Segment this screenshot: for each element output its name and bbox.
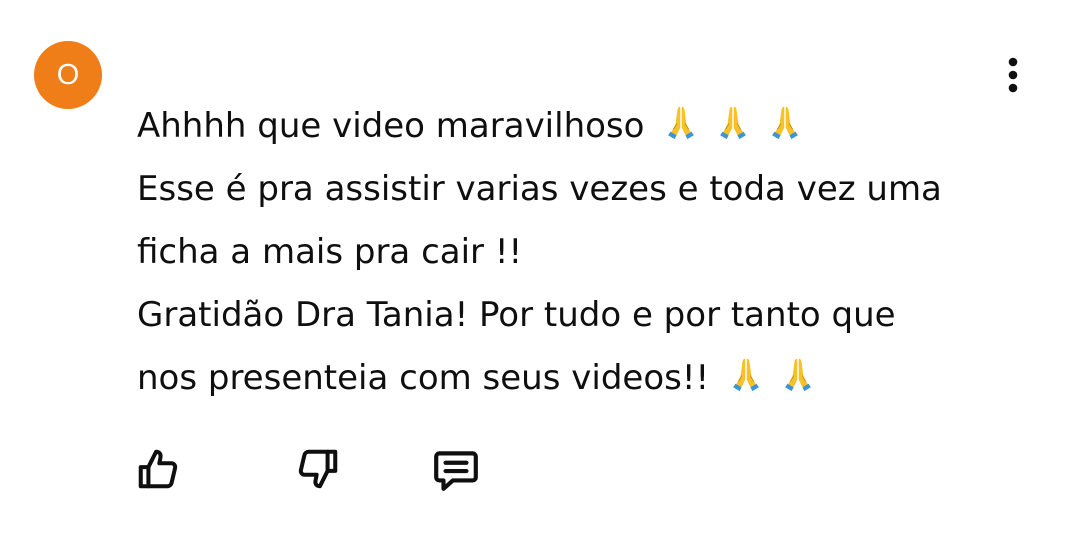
comment-line: Gratidão Dra Tania! Por tudo e por tanto… (137, 295, 896, 335)
thumbs-up-icon (138, 449, 178, 489)
thumbs-down-icon (298, 449, 338, 489)
comment-actions (0, 444, 1080, 494)
avatar[interactable]: O (34, 41, 102, 109)
folded-hands-emoji-icon (772, 106, 799, 140)
comment-line: nos presenteia com seus videos!! (137, 347, 1037, 410)
reply-button[interactable] (431, 444, 481, 494)
folded-hands-emoji-icon (733, 358, 759, 392)
more-vertical-icon (1008, 57, 1018, 93)
folded-hands-emoji-icon (668, 106, 695, 140)
emoji-group (709, 358, 817, 398)
comment-line: ficha a mais pra cair !! (137, 232, 523, 272)
avatar-initial: O (56, 58, 80, 91)
more-options-button[interactable] (996, 54, 1030, 96)
comment-line: Esse é pra assistir varias vezes e toda … (137, 169, 942, 209)
dislike-button[interactable] (293, 444, 343, 494)
comment-body: Ahhhh que video maravilhoso Esse é pra a… (137, 95, 1037, 410)
comment-line: Ahhhh que video maravilhoso (137, 95, 1037, 158)
like-button[interactable] (133, 444, 183, 494)
reply-comment-icon (434, 451, 478, 491)
folded-hands-emoji-icon (785, 358, 811, 392)
folded-hands-emoji-icon (720, 106, 747, 140)
emoji-group (644, 106, 804, 146)
